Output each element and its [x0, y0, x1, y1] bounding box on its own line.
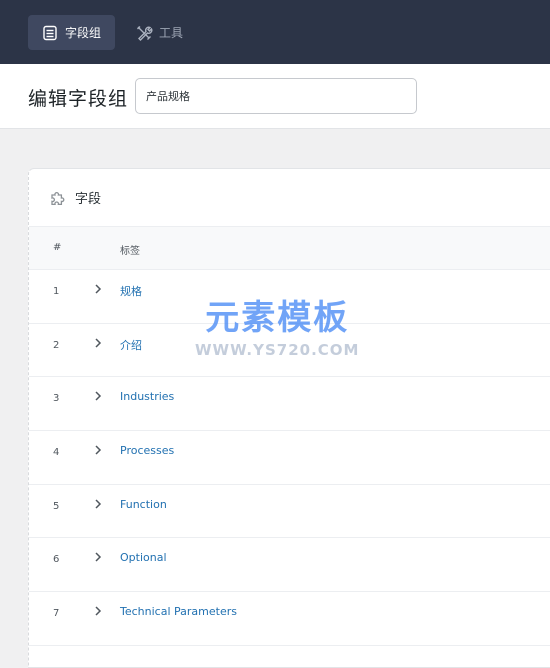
column-header-label: 标签 — [120, 246, 140, 257]
row-number: 4 — [53, 447, 60, 459]
group-name-input[interactable] — [135, 78, 417, 114]
table-row[interactable]: 6 Optional — [29, 538, 550, 593]
table-row[interactable]: 5 Function — [29, 485, 550, 539]
chevron-right-icon[interactable] — [92, 444, 104, 456]
field-label-link[interactable]: 介绍 — [120, 337, 142, 353]
table-row[interactable]: 7 Technical Parameters — [29, 592, 550, 646]
field-label-link[interactable]: Function — [120, 498, 167, 511]
top-navigation-bar: 字段组 工具 — [0, 0, 550, 64]
field-label-link[interactable]: 规格 — [120, 283, 142, 299]
field-label-link[interactable]: Industries — [120, 390, 174, 403]
row-number: 3 — [53, 393, 60, 405]
table-row[interactable]: 1 规格 — [29, 270, 550, 324]
fields-panel: 字段 # 标签 1 规格 2 介绍 3 Industries 4 Process… — [28, 168, 550, 668]
chevron-right-icon[interactable] — [92, 498, 104, 510]
tab-tools[interactable]: 工具 — [128, 15, 198, 50]
chevron-right-icon[interactable] — [92, 605, 104, 617]
table-row[interactable]: 4 Processes — [29, 431, 550, 485]
row-number: 6 — [53, 554, 60, 566]
tab-field-groups[interactable]: 字段组 — [28, 15, 115, 50]
row-number: 1 — [53, 286, 60, 297]
chevron-right-icon[interactable] — [92, 283, 104, 295]
list-icon — [41, 24, 59, 42]
chevron-right-icon[interactable] — [92, 337, 104, 349]
field-label-link[interactable]: Optional — [120, 551, 167, 564]
tab-tools-label: 工具 — [159, 26, 184, 40]
column-header-number: # — [53, 242, 62, 253]
field-label-link[interactable]: Technical Parameters — [120, 605, 237, 618]
table-row[interactable]: 3 Industries — [29, 377, 550, 432]
field-label-link[interactable]: Processes — [120, 444, 174, 457]
fields-panel-header: 字段 — [29, 169, 550, 227]
chevron-right-icon[interactable] — [92, 390, 104, 402]
row-number: 5 — [53, 500, 60, 512]
row-number: 2 — [53, 339, 60, 351]
row-number: 7 — [53, 608, 60, 620]
fields-panel-title: 字段 — [75, 192, 102, 207]
tools-icon — [135, 24, 153, 42]
tab-field-groups-label: 字段组 — [65, 26, 102, 40]
page-title: 编辑字段组 — [28, 88, 129, 110]
puzzle-icon — [49, 189, 67, 207]
fields-table-header: # 标签 — [29, 227, 550, 270]
edit-header: 编辑字段组 — [0, 64, 550, 129]
table-row[interactable]: 2 介绍 — [29, 324, 550, 378]
chevron-right-icon[interactable] — [92, 551, 104, 563]
